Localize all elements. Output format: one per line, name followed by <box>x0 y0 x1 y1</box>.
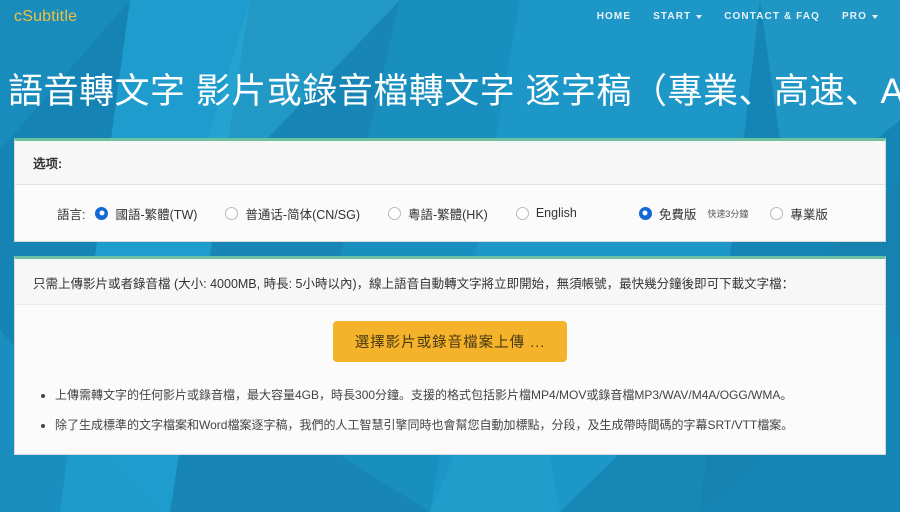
brand-logo[interactable]: cSubtitle <box>14 8 77 26</box>
nav-item-contact-faq[interactable]: CONTACT & FAQ <box>724 11 820 22</box>
options-row: 語言: 國語-繁體(TW) 普通话-简体(CN/SG) 粵語-繁體(HK) En… <box>33 199 867 227</box>
radio-label: 專業版 <box>790 207 828 222</box>
navbar: cSubtitle HOME START CONTACT & FAQ PRO <box>0 0 900 33</box>
radio-language-hk[interactable]: 粵語-繁體(HK) <box>387 204 488 223</box>
nav-item-start[interactable]: START <box>653 11 703 22</box>
nav-item-label: HOME <box>596 11 632 22</box>
page-title: 語音轉文字 影片或錄音檔轉文字 逐字稿（專業、高速、AI） <box>8 72 900 111</box>
radio-plan-pro[interactable]: 專業版 <box>770 204 828 223</box>
language-label: 語言: <box>57 207 86 222</box>
radio-indicator[interactable] <box>515 206 529 220</box>
list-item: 除了生成標準的文字檔案和Word檔案逐字稿，我們的人工智慧引擎同時也會幫您自動加… <box>55 410 867 440</box>
radio-indicator[interactable] <box>225 206 239 220</box>
nav-item-home[interactable]: HOME <box>597 11 631 22</box>
upload-panel: 只需上傳影片或者錄音檔 (大小: 4000MB, 時長: 5小時以內)，線上語音… <box>14 256 886 455</box>
options-panel-body: 語言: 國語-繁體(TW) 普通话-简体(CN/SG) 粵語-繁體(HK) En… <box>15 185 885 241</box>
upload-area: 選擇影片或錄音檔案上傳 ... <box>15 305 885 372</box>
radio-language-cn[interactable]: 普通话-简体(CN/SG) <box>225 204 360 223</box>
nav-item-label: START <box>653 11 692 22</box>
radio-label: 粵語-繁體(HK) <box>407 207 488 222</box>
radio-plan-free[interactable]: 免費版 快速3分鐘 <box>638 204 749 223</box>
nav-item-label: PRO <box>842 11 867 22</box>
radio-language-tw[interactable]: 國語-繁體(TW) <box>95 204 197 223</box>
radio-language-english[interactable]: English <box>515 206 577 220</box>
radio-label: English <box>535 206 577 220</box>
upload-note: 只需上傳影片或者錄音檔 (大小: 4000MB, 時長: 5小時以內)，線上語音… <box>15 259 885 305</box>
panels-container: 选项: 語言: 國語-繁體(TW) 普通话-简体(CN/SG) 粵語-繁體(HK… <box>0 138 900 455</box>
radio-indicator[interactable] <box>770 206 784 220</box>
chevron-down-icon <box>696 14 703 19</box>
radio-label: 免費版 <box>658 207 697 222</box>
list-item: 上傳需轉文字的任何影片或錄音檔，最大容量4GB，時長300分鐘。支援的格式包括影… <box>55 380 867 410</box>
nav-links: HOME START CONTACT & FAQ PRO <box>597 11 878 22</box>
nav-item-label: CONTACT & FAQ <box>724 11 821 22</box>
radio-label: 國語-繁體(TW) <box>115 207 198 222</box>
options-panel: 选项: 語言: 國語-繁體(TW) 普通话-简体(CN/SG) 粵語-繁體(HK… <box>14 138 886 242</box>
radio-indicator[interactable] <box>95 206 109 220</box>
radio-sublabel: 快速3分鐘 <box>707 208 749 219</box>
options-panel-header: 选项: <box>15 141 885 185</box>
radio-indicator[interactable] <box>638 206 652 220</box>
choose-file-button[interactable]: 選擇影片或錄音檔案上傳 ... <box>332 321 568 362</box>
radio-label: 普通话-简体(CN/SG) <box>245 207 360 222</box>
radio-indicator[interactable] <box>387 206 401 220</box>
chevron-down-icon <box>872 14 878 19</box>
feature-list: 上傳需轉文字的任何影片或錄音檔，最大容量4GB，時長300分鐘。支援的格式包括影… <box>15 372 885 454</box>
nav-item-pro[interactable]: PRO <box>842 11 878 22</box>
hero-section: 語音轉文字 影片或錄音檔轉文字 逐字稿（專業、高速、AI） <box>0 33 900 138</box>
